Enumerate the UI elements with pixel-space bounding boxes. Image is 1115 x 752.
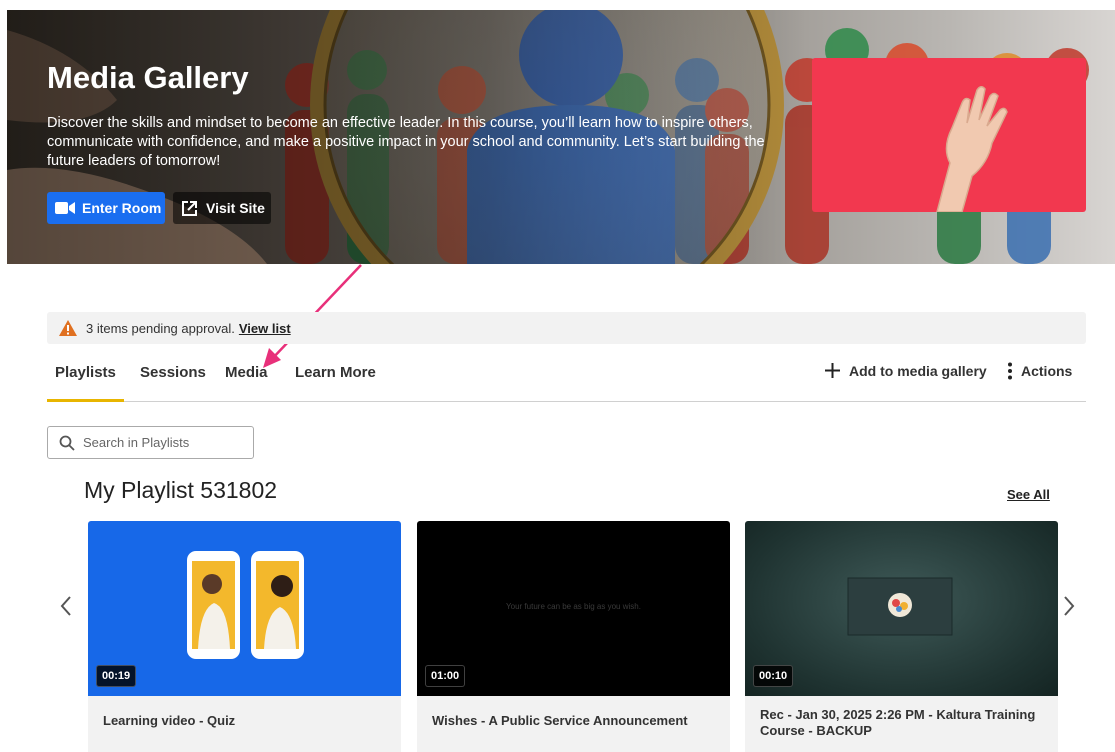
media-title[interactable]: Wishes - A Public Service Announcement xyxy=(417,696,730,752)
search-box xyxy=(47,426,254,459)
media-title[interactable]: Learning video - Quiz xyxy=(88,696,401,752)
tab-media[interactable]: Media xyxy=(225,364,268,402)
media-title[interactable]: Rec - Jan 30, 2025 2:26 PM - Kaltura Tra… xyxy=(745,696,1058,752)
hero-description: Discover the skills and mindset to becom… xyxy=(47,115,765,169)
enter-room-label: Enter Room xyxy=(82,200,162,216)
pending-approval-alert: 3 items pending approval. View list xyxy=(47,312,1086,344)
search-input[interactable] xyxy=(83,435,243,450)
search-icon xyxy=(59,435,75,451)
hero-banner: Media Gallery Discover the skills and mi… xyxy=(7,10,1115,264)
add-to-media-gallery-button[interactable]: Add to media gallery xyxy=(824,362,987,379)
add-to-media-gallery-label: Add to media gallery xyxy=(849,362,987,379)
playlist-title: My Playlist 531802 xyxy=(84,477,278,503)
raised-hand-image xyxy=(936,86,1008,212)
tab-sessions[interactable]: Sessions xyxy=(140,364,206,402)
view-list-link[interactable]: View list xyxy=(239,321,291,336)
visit-site-label: Visit Site xyxy=(206,200,265,216)
media-card[interactable]: 00:10 Rec - Jan 30, 2025 2:26 PM - Kaltu… xyxy=(745,521,1058,752)
chevron-left-icon xyxy=(60,595,72,617)
actions-menu-button[interactable]: Actions xyxy=(1007,362,1072,380)
external-link-icon xyxy=(181,200,198,217)
media-thumbnail[interactable]: 00:19 xyxy=(88,521,401,696)
duration-badge: 00:19 xyxy=(96,665,137,687)
kebab-menu-icon xyxy=(1007,362,1013,380)
media-thumbnail[interactable]: 00:10 xyxy=(745,521,1058,696)
video-overlay-text: Your future can be as big as you wish. xyxy=(506,602,641,611)
tab-learn-more[interactable]: Learn More xyxy=(295,364,376,402)
alert-text: 3 items pending approval. xyxy=(86,320,235,336)
warning-icon xyxy=(58,319,78,337)
plus-icon xyxy=(824,362,841,379)
carousel-next-button[interactable] xyxy=(1059,592,1079,620)
media-thumbnail[interactable]: Your future can be as big as you wish. 0… xyxy=(417,521,730,696)
tab-playlists[interactable]: Playlists xyxy=(47,364,124,402)
media-card[interactable]: Your future can be as big as you wish. 0… xyxy=(417,521,730,752)
actions-label: Actions xyxy=(1021,363,1073,379)
visit-site-button[interactable]: Visit Site xyxy=(173,192,271,224)
chevron-right-icon xyxy=(1063,595,1075,617)
see-all-link[interactable]: See All xyxy=(1007,487,1050,502)
video-camera-icon xyxy=(55,201,75,215)
tab-bar: Playlists Sessions Media Learn More Add … xyxy=(47,356,1086,402)
duration-badge: 00:10 xyxy=(753,665,794,687)
media-card[interactable]: 00:19 Learning video - Quiz xyxy=(88,521,401,752)
enter-room-button[interactable]: Enter Room xyxy=(47,192,165,224)
carousel-prev-button[interactable] xyxy=(56,592,76,620)
hero-thumbnail xyxy=(812,58,1086,212)
page-title: Media Gallery xyxy=(47,60,249,95)
duration-badge: 01:00 xyxy=(425,665,466,687)
